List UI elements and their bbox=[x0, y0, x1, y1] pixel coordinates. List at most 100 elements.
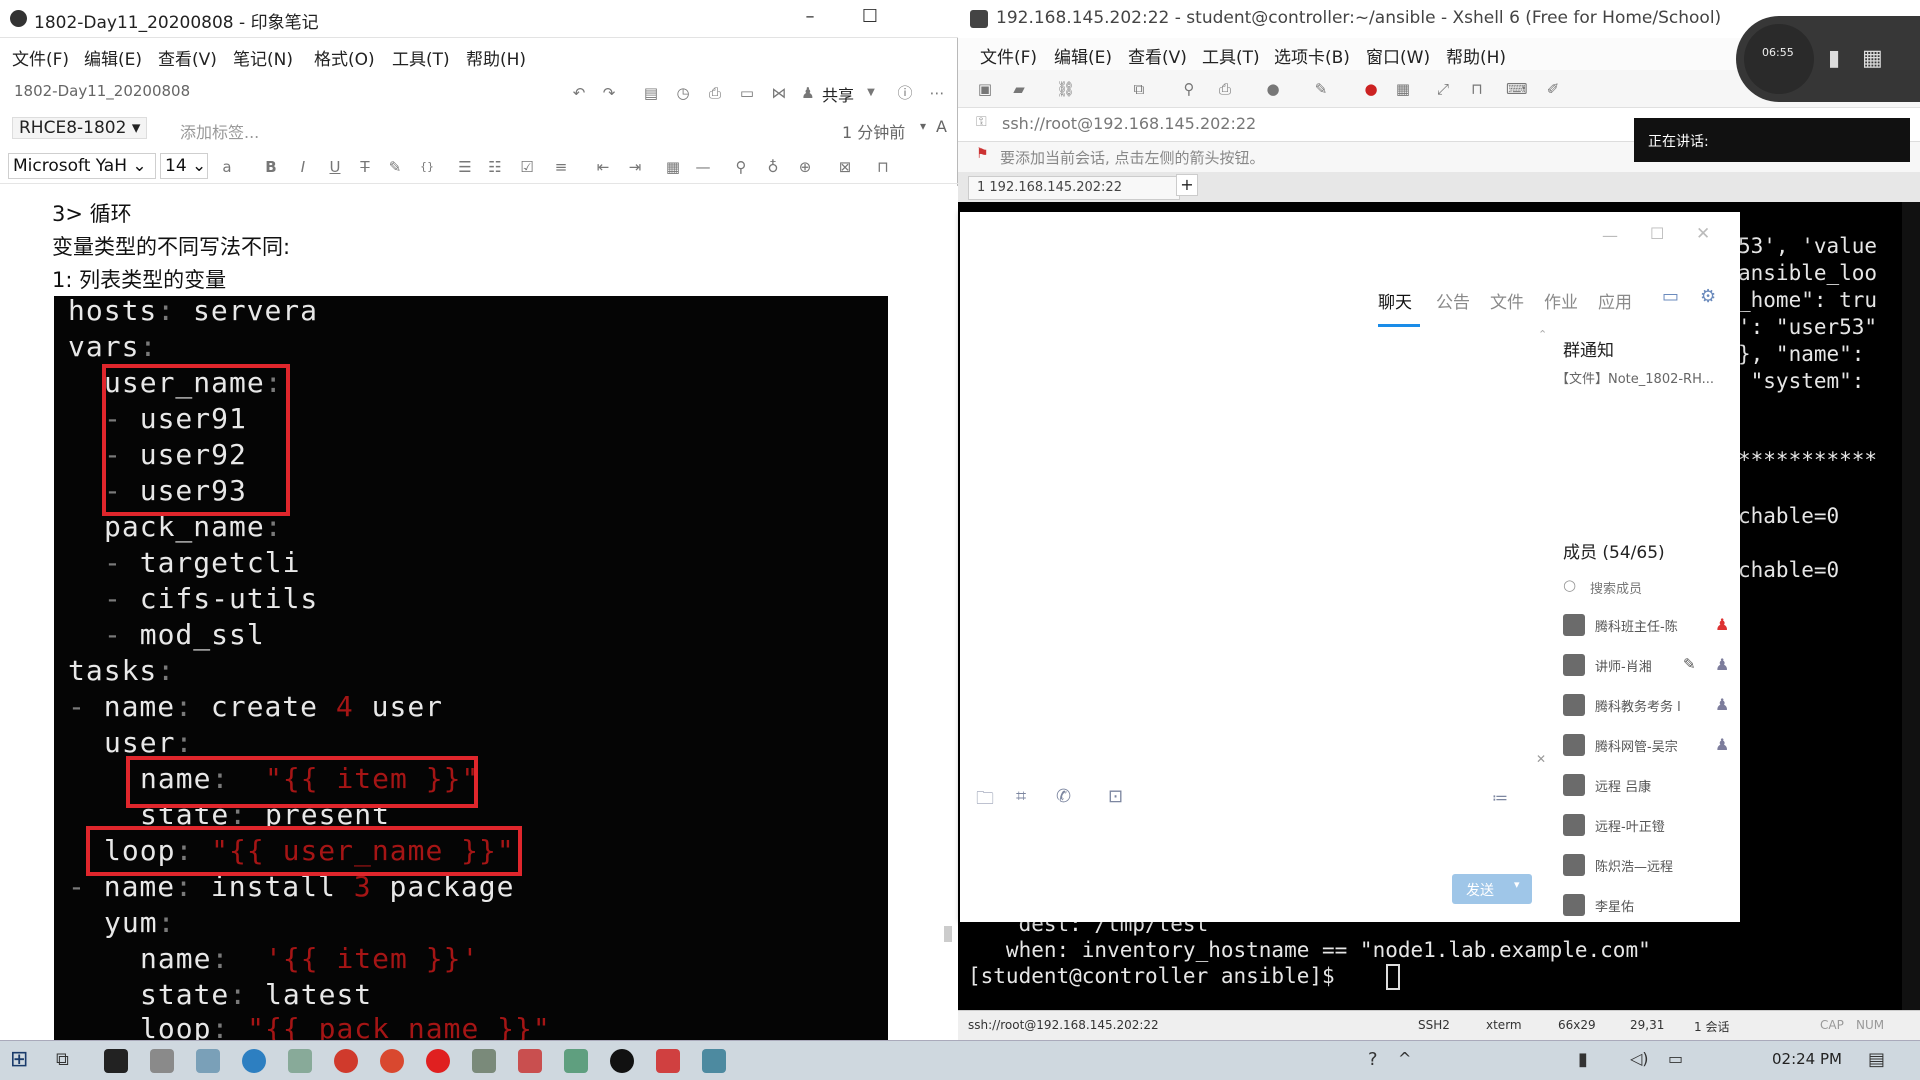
group-notice-file[interactable]: 【文件】Note_1802-RH... bbox=[1556, 368, 1714, 387]
underline-icon[interactable]: U bbox=[326, 158, 344, 176]
app-icon[interactable] bbox=[196, 1049, 220, 1073]
windows-start-icon[interactable]: ⊞ bbox=[10, 1047, 28, 1072]
attach-icon[interactable]: ⊕ bbox=[796, 158, 814, 176]
menu-edit[interactable]: 编辑(E) bbox=[1054, 43, 1112, 68]
member-item[interactable]: 讲师-肖湘 ✎ ♟ bbox=[1563, 652, 1733, 680]
send-button[interactable]: 发送 ▾ bbox=[1452, 874, 1532, 904]
app-icon[interactable] bbox=[380, 1049, 404, 1073]
menu-help[interactable]: 帮助(H) bbox=[466, 45, 526, 70]
add-tag-field[interactable]: 添加标签... bbox=[180, 119, 259, 143]
print-icon[interactable]: ⎙ bbox=[706, 84, 724, 102]
share-user-icon[interactable]: ♟ bbox=[800, 84, 816, 102]
indent-icon[interactable]: ⇤ bbox=[594, 158, 612, 176]
tab-apps[interactable]: 应用 bbox=[1598, 288, 1632, 313]
edge-icon[interactable] bbox=[242, 1049, 266, 1073]
bookmark-icon[interactable]: ⚑ bbox=[976, 146, 989, 162]
app-icon[interactable] bbox=[518, 1049, 542, 1073]
open-folder-icon[interactable]: ▰ bbox=[1010, 80, 1028, 98]
lock-icon[interactable]: ⊓ bbox=[874, 158, 892, 176]
phone-icon[interactable]: ✆ bbox=[1056, 786, 1071, 807]
redo-icon[interactable]: ↷ bbox=[600, 84, 618, 102]
app-icon[interactable] bbox=[426, 1049, 450, 1073]
terminal-scrollbar[interactable] bbox=[1902, 202, 1920, 1010]
more-icon[interactable]: ⋯ bbox=[928, 84, 946, 102]
outdent-icon[interactable]: ⇥ bbox=[626, 158, 644, 176]
camera-icon[interactable]: ▦ bbox=[1862, 46, 1883, 71]
app-icon[interactable] bbox=[610, 1049, 634, 1073]
globe-icon[interactable]: ● bbox=[1264, 80, 1282, 98]
volume-icon[interactable]: ◁) bbox=[1630, 1049, 1649, 1068]
code-icon[interactable]: {} bbox=[418, 158, 436, 176]
italic-icon[interactable]: I bbox=[294, 158, 312, 176]
tab-announcement[interactable]: 公告 bbox=[1436, 288, 1470, 313]
script-icon[interactable]: ✎ bbox=[1312, 80, 1330, 98]
print-icon[interactable]: ⎙ bbox=[1216, 80, 1234, 98]
tab-files[interactable]: 文件 bbox=[1490, 288, 1524, 313]
font-family-select[interactable]: Microsoft YaH ⌄ bbox=[8, 153, 156, 179]
share-button[interactable]: 共享 bbox=[822, 82, 854, 106]
member-item[interactable]: 腾科教务考务 l ♟ bbox=[1563, 692, 1733, 720]
new-session-icon[interactable]: ▣ bbox=[976, 80, 994, 98]
highlight-icon[interactable]: ✎ bbox=[386, 158, 404, 176]
homework-icon[interactable]: ⊡ bbox=[1108, 786, 1123, 807]
present-icon[interactable]: ▤ bbox=[642, 84, 660, 102]
link-icon[interactable]: ⚲ bbox=[732, 158, 750, 176]
chrome-icon[interactable] bbox=[334, 1049, 358, 1073]
menu-help[interactable]: 帮助(H) bbox=[1446, 43, 1506, 68]
maximize-icon[interactable]: ☐ bbox=[1650, 224, 1664, 243]
undo-icon[interactable]: ↶ bbox=[570, 84, 588, 102]
fullscreen-icon[interactable]: ⤢ bbox=[1434, 80, 1452, 98]
font-size-select[interactable]: 14 ⌄ bbox=[160, 153, 208, 179]
tab-homework[interactable]: 作业 bbox=[1544, 288, 1578, 313]
app-icon[interactable] bbox=[656, 1049, 680, 1073]
maximize-icon[interactable]: ☐ bbox=[850, 6, 890, 27]
menu-view[interactable]: 查看(V) bbox=[1128, 43, 1187, 68]
session-tab[interactable]: 1 192.168.145.202:22 bbox=[968, 176, 1180, 200]
search-icon[interactable]: ○ bbox=[1563, 576, 1576, 594]
close-icon[interactable]: ✕ bbox=[1696, 224, 1710, 244]
history-icon[interactable]: ≔ bbox=[1492, 788, 1508, 807]
minimize-icon[interactable]: — bbox=[1602, 226, 1618, 245]
bold-icon[interactable]: B bbox=[262, 158, 280, 176]
bullet-list-icon[interactable]: ☰ bbox=[456, 158, 474, 176]
menu-window[interactable]: 窗口(W) bbox=[1366, 43, 1430, 68]
menu-tools[interactable]: 工具(T) bbox=[1202, 43, 1260, 68]
screenshot-icon[interactable]: ⌗ bbox=[1016, 786, 1026, 807]
network-icon[interactable]: ▭ bbox=[1668, 1049, 1683, 1068]
encrypt-icon[interactable]: ⊠ bbox=[836, 158, 854, 176]
close-panel-icon[interactable]: ✕ bbox=[1536, 752, 1546, 766]
keyboard-icon[interactable]: ⌨ bbox=[1506, 80, 1528, 98]
reminder-icon[interactable]: ◷ bbox=[674, 84, 692, 102]
menu-format[interactable]: 格式(O) bbox=[314, 45, 375, 70]
member-item[interactable]: 李星佑 bbox=[1563, 892, 1733, 920]
menu-tab[interactable]: 选项卡(B) bbox=[1274, 43, 1350, 68]
menu-view[interactable]: 查看(V) bbox=[158, 45, 217, 70]
mic-tray-icon[interactable]: ▮ bbox=[1578, 1049, 1588, 1070]
menu-file[interactable]: 文件(F) bbox=[12, 45, 69, 70]
menu-tools[interactable]: 工具(T) bbox=[392, 45, 450, 70]
reconnect-icon[interactable]: ⛓ bbox=[1056, 80, 1075, 98]
record-icon[interactable]: ♁ bbox=[764, 158, 782, 176]
divider-icon[interactable]: — bbox=[694, 158, 712, 176]
member-item[interactable]: 腾科网管-吴宗 ♟ bbox=[1563, 732, 1733, 760]
copy-icon[interactable]: ⧉ bbox=[1130, 80, 1148, 98]
screen-share-icon[interactable]: ▭ bbox=[1662, 286, 1679, 307]
collapse-icon[interactable]: ⌃ bbox=[1538, 328, 1547, 341]
address-input[interactable]: ssh://root@192.168.145.202:22 bbox=[1002, 114, 1256, 133]
chevron-down-icon[interactable]: ▼ bbox=[862, 84, 880, 102]
mic-icon[interactable]: ▮ bbox=[1828, 46, 1840, 71]
task-view-icon[interactable]: ⧉ bbox=[56, 1049, 69, 1070]
member-item[interactable]: 远程-叶正镫 bbox=[1563, 812, 1733, 840]
minimize-icon[interactable]: – bbox=[790, 6, 830, 27]
checkbox-icon[interactable]: ☑ bbox=[518, 158, 536, 176]
app-icon[interactable] bbox=[104, 1049, 128, 1073]
app-icon[interactable] bbox=[288, 1049, 312, 1073]
menu-note[interactable]: 笔记(N) bbox=[233, 45, 293, 70]
tray-expand-icon[interactable]: ^ bbox=[1398, 1049, 1411, 1068]
menu-edit[interactable]: 编辑(E) bbox=[84, 45, 142, 70]
numbered-list-icon[interactable]: ☷ bbox=[486, 158, 504, 176]
help-icon[interactable]: ? bbox=[1368, 1049, 1378, 1070]
text-color-icon[interactable]: a bbox=[218, 158, 236, 176]
xftp-icon[interactable]: ● bbox=[1362, 80, 1380, 98]
find-icon[interactable]: ⚲ bbox=[1180, 80, 1198, 98]
